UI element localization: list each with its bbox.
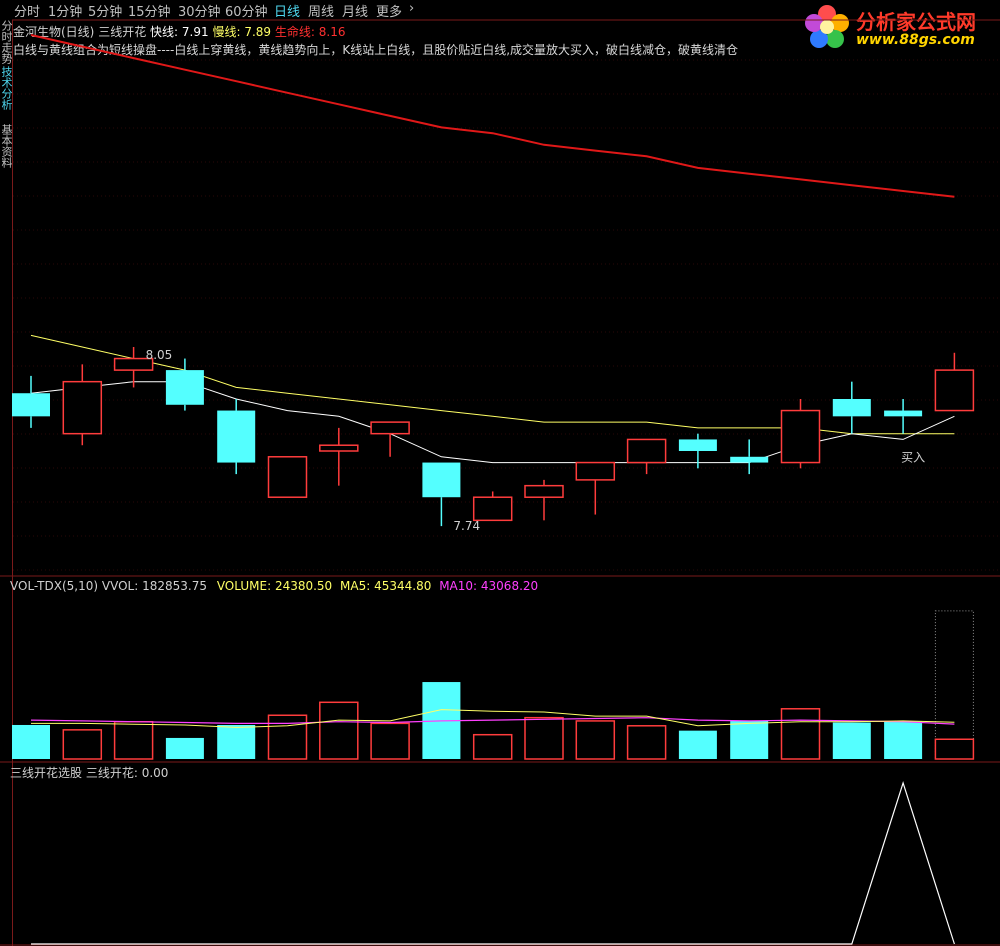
volume-bar xyxy=(626,725,667,760)
volume-bar xyxy=(780,708,821,760)
volume-bar xyxy=(730,720,769,759)
candle-body xyxy=(217,410,256,463)
volume-bar xyxy=(832,722,871,759)
low-price-label: 7.74 xyxy=(453,519,480,533)
virtual-volume-bar xyxy=(934,610,974,760)
candle-body xyxy=(422,462,461,498)
candle-body xyxy=(267,456,308,498)
candle-body xyxy=(472,496,513,522)
volume-bar xyxy=(575,720,616,760)
volume-bar xyxy=(524,716,564,760)
high-price-label: 8.05 xyxy=(146,348,173,362)
volume-bar xyxy=(884,721,923,759)
candle-body xyxy=(319,444,359,452)
volume-bar xyxy=(165,737,204,759)
volume-bar xyxy=(934,738,975,760)
volume-bar xyxy=(267,714,308,760)
candle-body xyxy=(12,393,50,417)
candle-body xyxy=(832,399,871,417)
candle-body xyxy=(678,439,717,451)
volume-bar xyxy=(62,729,103,760)
volume-bar xyxy=(472,733,513,760)
volume-bar xyxy=(12,724,50,759)
volume-bar xyxy=(217,724,256,759)
candle-body xyxy=(524,484,564,498)
candle-body xyxy=(934,369,975,412)
candle-body xyxy=(165,370,204,405)
buy-signal-label: 买入 xyxy=(901,451,925,465)
candle-body xyxy=(780,409,821,464)
signal-line xyxy=(31,781,955,945)
volume-bar xyxy=(678,730,717,759)
volume-bar xyxy=(113,720,154,760)
candle-body xyxy=(730,456,769,463)
candle-body xyxy=(62,380,103,435)
candle-body xyxy=(884,410,923,417)
volume-bar xyxy=(370,722,410,760)
candle-body xyxy=(370,421,410,435)
candle-body xyxy=(626,438,667,464)
life-line xyxy=(30,34,955,198)
candle-body xyxy=(575,461,616,481)
chart-canvas[interactable]: 8.05 7.74 买入 xyxy=(0,0,1000,946)
volume-bar xyxy=(319,701,359,760)
